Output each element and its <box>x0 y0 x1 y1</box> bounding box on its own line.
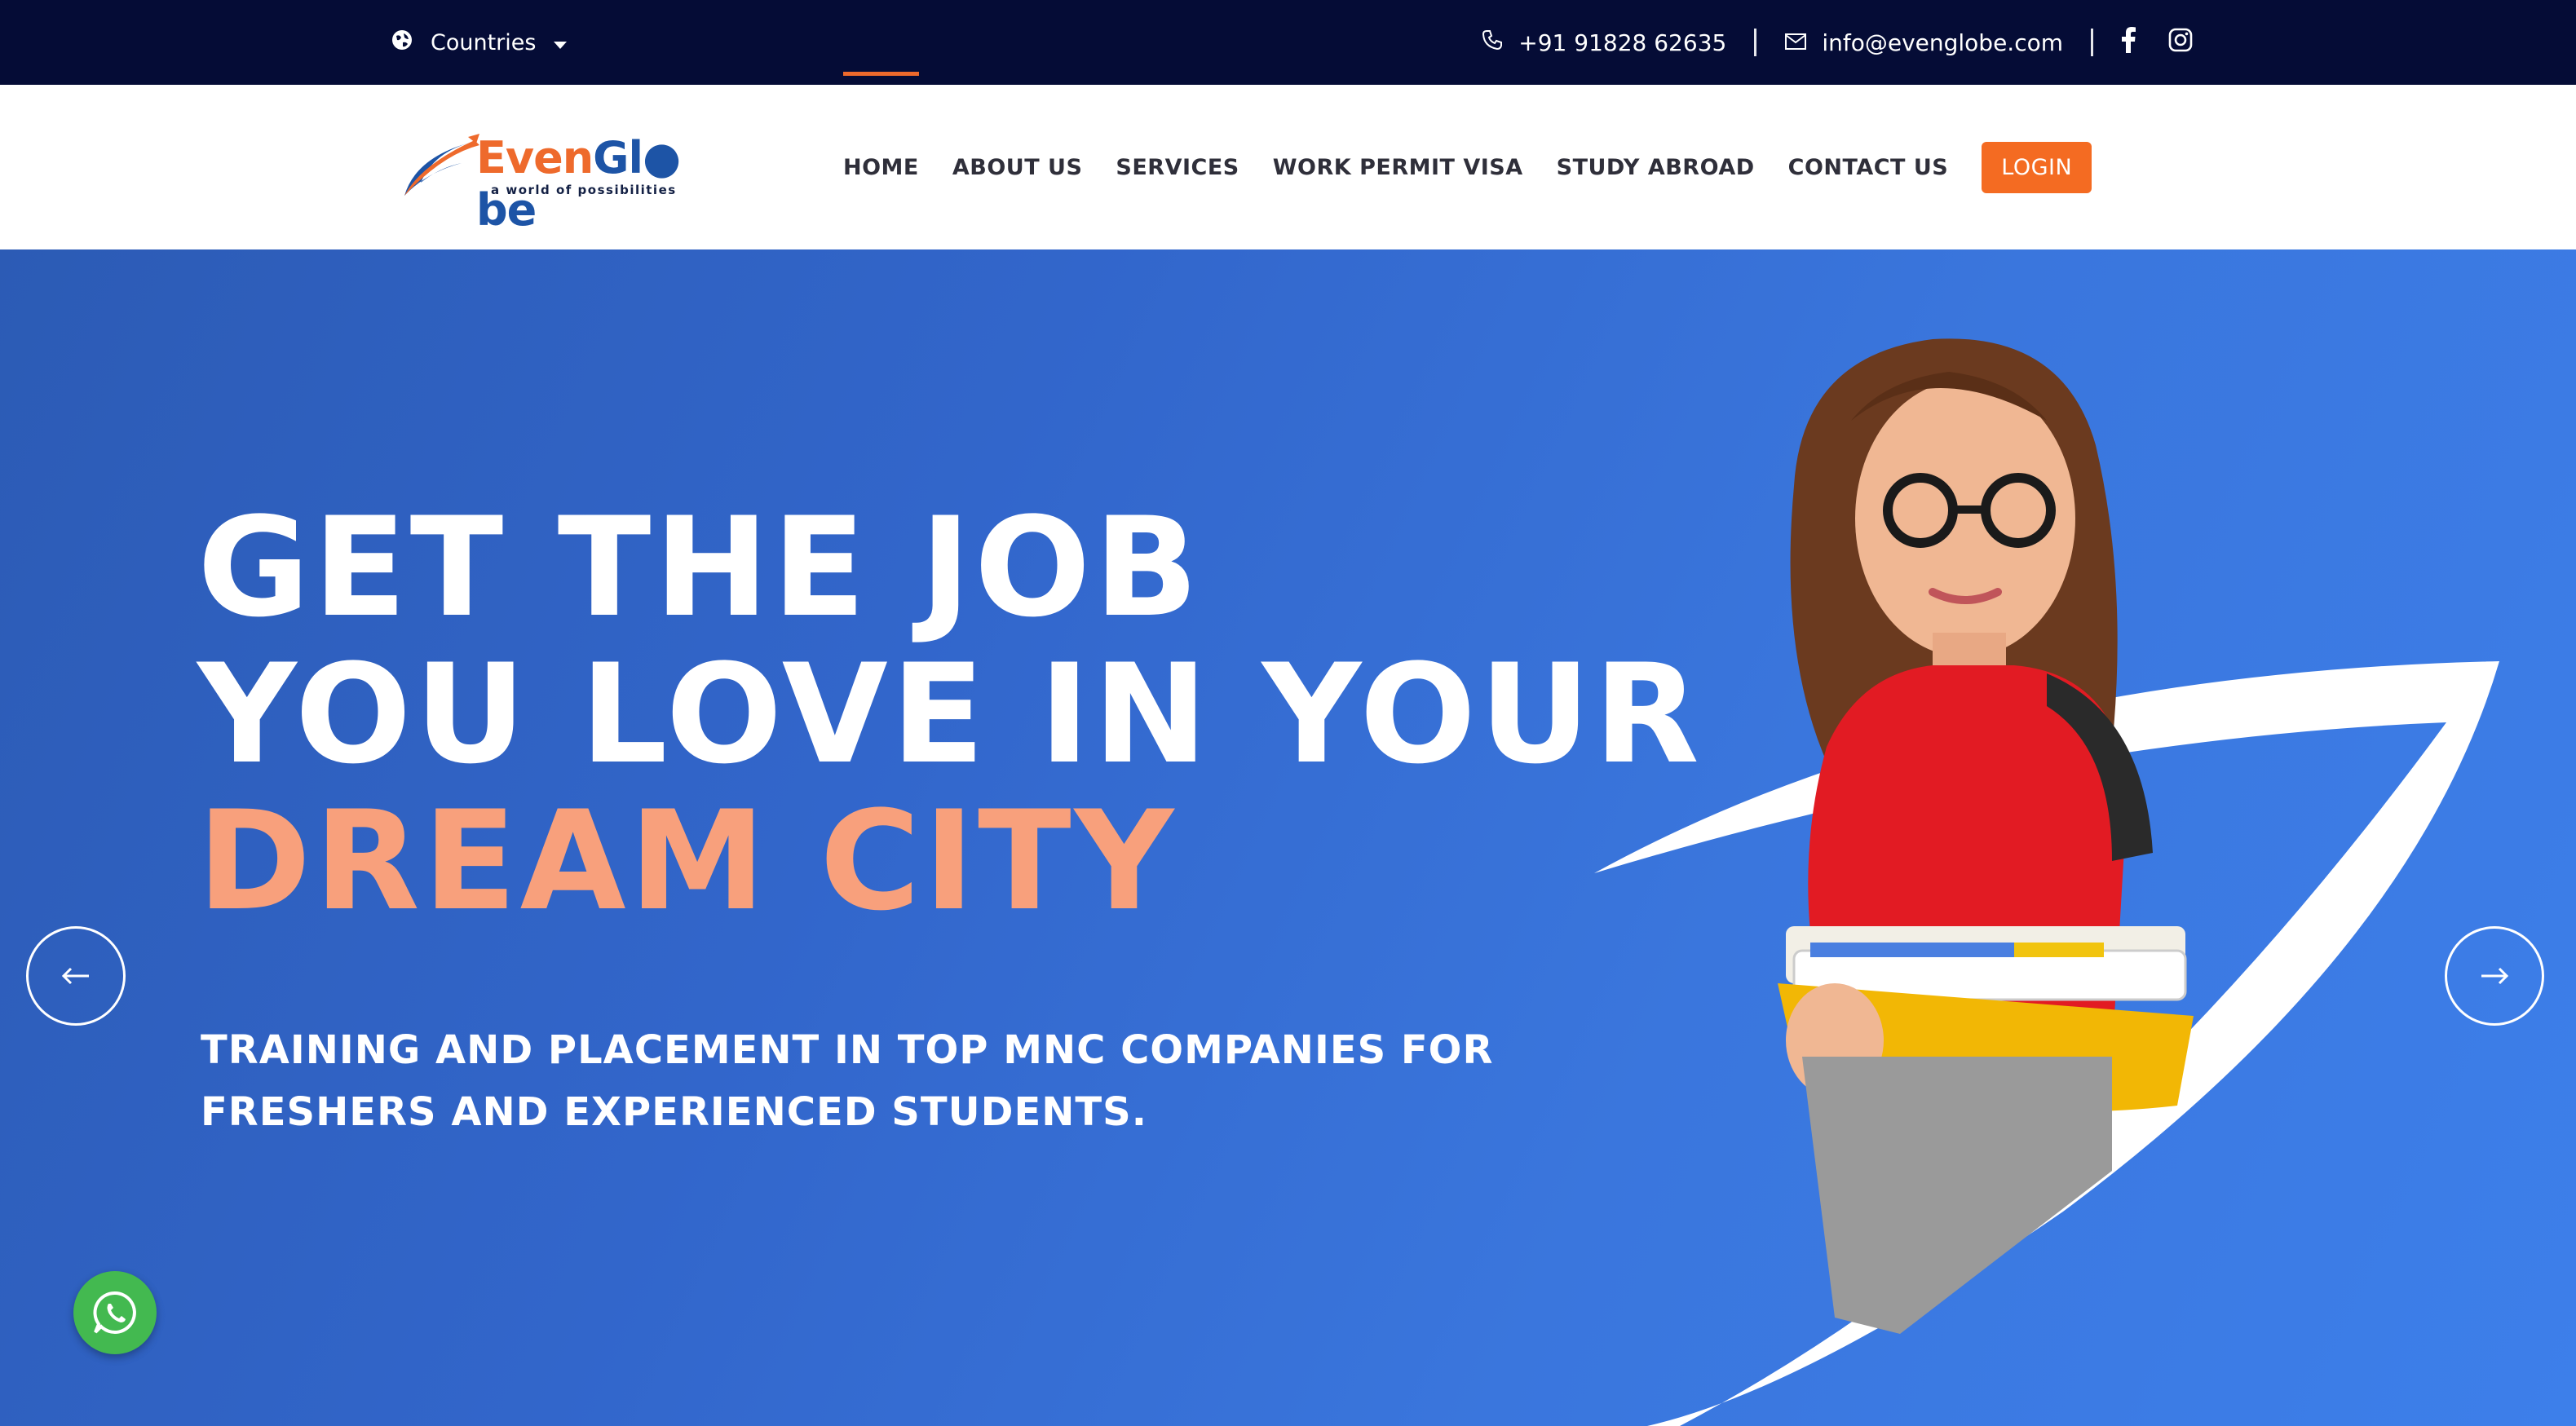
logo-swoosh-icon <box>404 134 479 196</box>
nav-home[interactable]: HOME <box>843 71 919 180</box>
globe-icon <box>391 29 413 56</box>
student-photo <box>1778 338 2194 1334</box>
main-nav: HOME ABOUT US SERVICES WORK PERMIT VISA … <box>843 71 2092 249</box>
slider-next-button[interactable] <box>2445 926 2544 1026</box>
headline-line-2: YOU LOVE IN YOUR <box>197 634 1703 794</box>
arrow-left-icon <box>61 967 89 985</box>
email-contact[interactable]: info@evenglobe.com <box>1784 29 2063 56</box>
nav-services[interactable]: SERVICES <box>1116 155 1239 180</box>
arrow-right-icon <box>2481 967 2509 985</box>
nav-contact-us[interactable]: CONTACT US <box>1788 155 1949 180</box>
headline-line-1: GET THE JOB <box>197 488 1202 647</box>
logo-tagline: a world of possibilities <box>491 183 677 197</box>
login-button[interactable]: LOGIN <box>1982 141 2092 193</box>
top-bar: Countries +91 91828 62635 info@evenglobe… <box>0 0 2576 85</box>
divider <box>2091 29 2093 56</box>
countries-label: Countries <box>431 29 537 55</box>
email-address: info@evenglobe.com <box>1822 29 2063 56</box>
instagram-icon[interactable] <box>2168 28 2193 58</box>
phone-contact[interactable]: +91 91828 62635 <box>1481 29 1726 57</box>
whatsapp-button[interactable] <box>73 1271 157 1354</box>
phone-icon <box>1481 29 1504 57</box>
main-header: EvenGl●be a world of possibilities HOME … <box>0 71 2576 249</box>
subheading-line-2: FRESHERS AND EXPERIENCED STUDENTS. <box>201 1089 1147 1135</box>
nav-study-abroad[interactable]: STUDY ABROAD <box>1557 155 1755 180</box>
subheading-line-1: TRAINING AND PLACEMENT IN TOP MNC COMPAN… <box>201 1027 1494 1073</box>
phone-number: +91 91828 62635 <box>1518 29 1727 56</box>
hero-subheading: TRAINING AND PLACEMENT IN TOP MNC COMPAN… <box>201 1019 1493 1143</box>
hero-slider: GET THE JOB YOU LOVE IN YOUR DREAM CITY … <box>0 249 2576 1426</box>
mail-icon <box>1784 29 1807 56</box>
hero-headline: GET THE JOB YOU LOVE IN YOUR DREAM CITY <box>197 494 1703 934</box>
nav-work-permit-visa[interactable]: WORK PERMIT VISA <box>1273 155 1523 180</box>
whatsapp-icon <box>93 1291 136 1334</box>
divider <box>1754 29 1757 56</box>
headline-line-3: DREAM CITY <box>197 781 1178 941</box>
logo-globe-o-icon: ● <box>643 132 681 183</box>
facebook-icon[interactable] <box>2121 26 2136 59</box>
evenglobe-logo[interactable]: EvenGl●be a world of possibilities <box>401 132 695 236</box>
slider-prev-button[interactable] <box>26 926 126 1026</box>
countries-dropdown[interactable]: Countries <box>391 23 568 62</box>
caret-down-icon <box>554 30 568 55</box>
nav-about-us[interactable]: ABOUT US <box>952 155 1083 180</box>
